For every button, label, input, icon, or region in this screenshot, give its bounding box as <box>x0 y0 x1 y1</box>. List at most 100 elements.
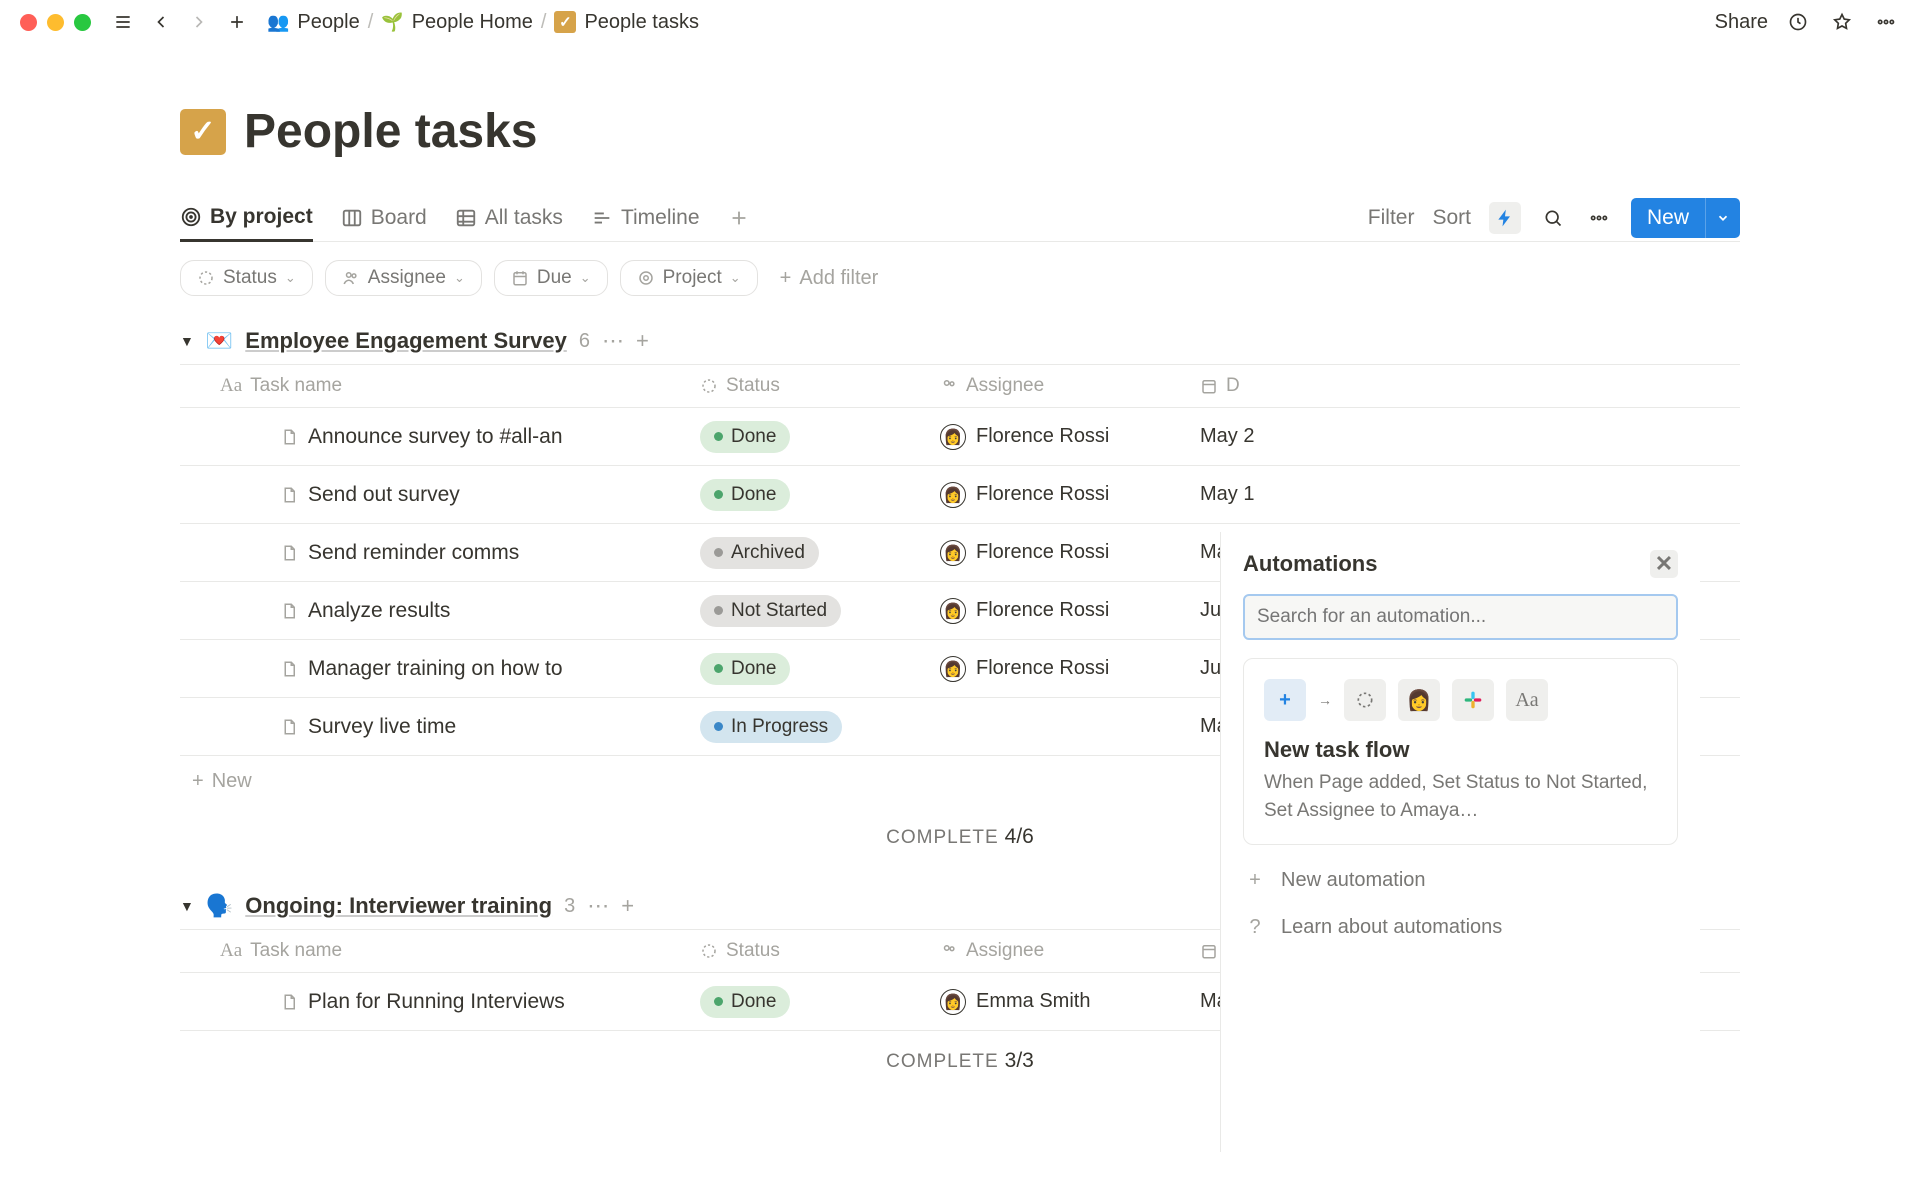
avatar-icon: 👩 <box>940 540 966 566</box>
page-icon <box>280 602 298 620</box>
chevron-down-icon <box>1716 211 1730 225</box>
status-badge: Done <box>700 421 790 453</box>
people-icon <box>940 942 958 960</box>
chevron-down-icon: ⌄ <box>730 270 741 286</box>
column-status[interactable]: Status <box>660 375 900 397</box>
share-button[interactable]: Share <box>1715 11 1768 34</box>
bolt-icon <box>1495 208 1515 228</box>
calendar-icon <box>1200 942 1218 960</box>
avatar-icon: 👩 <box>940 482 966 508</box>
assignee-cell: 👩Florence Rossi <box>900 588 1160 634</box>
plus-icon: + <box>1264 679 1306 721</box>
task-name: Manager training on how to <box>308 657 563 681</box>
timeline-icon <box>591 207 613 229</box>
arrow-right-icon: → <box>1318 692 1332 708</box>
status-badge: Done <box>700 986 790 1018</box>
due-cell: May 1 <box>1160 473 1740 516</box>
close-window[interactable] <box>20 14 37 31</box>
column-status[interactable]: Status <box>660 940 900 962</box>
crumb-root[interactable]: People <box>297 11 359 34</box>
column-assignee[interactable]: Assignee <box>900 375 1160 397</box>
group-add-icon[interactable]: + <box>621 893 634 919</box>
group-more-icon[interactable]: ⋯ <box>587 893 609 919</box>
tab-by-project[interactable]: By project <box>180 195 313 242</box>
plus-icon: + <box>1243 869 1267 892</box>
crumb-home[interactable]: People Home <box>412 11 533 34</box>
group-count: 3 <box>564 895 575 918</box>
table-row[interactable]: Send out surveyDone👩Florence RossiMay 1 <box>180 466 1740 524</box>
new-button-dropdown[interactable] <box>1705 198 1740 238</box>
collapse-toggle[interactable]: ▼ <box>180 898 194 914</box>
column-assignee[interactable]: Assignee <box>900 940 1160 962</box>
column-task[interactable]: AaTask name <box>180 940 660 962</box>
filter-assignee[interactable]: Assignee⌄ <box>325 260 482 296</box>
speech-icon: 🗣️ <box>206 893 233 919</box>
maximize-window[interactable] <box>74 14 91 31</box>
new-button-main[interactable]: New <box>1631 198 1705 238</box>
group-more-icon[interactable]: ⋯ <box>602 328 624 354</box>
group-name[interactable]: Employee Engagement Survey <box>245 328 567 354</box>
automation-desc: When Page added, Set Status to Not Start… <box>1264 769 1657 824</box>
new-tab-icon[interactable] <box>223 8 251 36</box>
nav-back[interactable] <box>147 8 175 36</box>
app-window: 👥 People / 🌱 People Home / ✓ People task… <box>0 0 1920 1200</box>
plant-icon: 🌱 <box>381 12 403 33</box>
database-area: Status⌄ Assignee⌄ Due⌄ Project⌄ +Add fil… <box>180 242 1740 1152</box>
page-icon <box>280 486 298 504</box>
status-spinner-icon <box>1344 679 1386 721</box>
menu-icon[interactable] <box>109 8 137 36</box>
due-cell: May 2 <box>1160 415 1740 458</box>
column-due[interactable]: D <box>1160 375 1740 397</box>
learn-automations-link[interactable]: ? Learn about automations <box>1243 916 1678 939</box>
target-icon <box>637 269 655 287</box>
avatar-icon: 👩 <box>940 424 966 450</box>
task-name: Send reminder comms <box>308 541 519 565</box>
group-name[interactable]: Ongoing: Interviewer training <box>245 893 552 919</box>
add-filter-button[interactable]: +Add filter <box>770 260 889 296</box>
page-title-icon: ✓ <box>180 109 226 155</box>
search-icon[interactable] <box>1539 204 1567 232</box>
history-icon[interactable] <box>1784 8 1812 36</box>
star-icon[interactable] <box>1828 8 1856 36</box>
panel-header: Automations ✕ <box>1243 550 1678 578</box>
automations-button[interactable] <box>1489 202 1521 234</box>
task-name: Analyze results <box>308 599 450 623</box>
group-add-icon[interactable]: + <box>636 328 649 354</box>
breadcrumb: 👥 People / 🌱 People Home / ✓ People task… <box>267 11 699 34</box>
view-more-icon[interactable] <box>1585 204 1613 232</box>
nav-forward[interactable] <box>185 8 213 36</box>
collapse-toggle[interactable]: ▼ <box>180 333 194 349</box>
column-task[interactable]: AaTask name <box>180 375 660 397</box>
avatar-icon: 👩 <box>940 598 966 624</box>
automation-title: New task flow <box>1264 737 1657 763</box>
filter-status[interactable]: Status⌄ <box>180 260 313 296</box>
filter-due[interactable]: Due⌄ <box>494 260 608 296</box>
filter-project[interactable]: Project⌄ <box>620 260 758 296</box>
new-automation-button[interactable]: + New automation <box>1243 869 1678 892</box>
more-icon[interactable] <box>1872 8 1900 36</box>
sort-button[interactable]: Sort <box>1432 206 1471 230</box>
board-icon <box>341 207 363 229</box>
crumb-page[interactable]: People tasks <box>584 11 699 34</box>
automation-search-input[interactable] <box>1243 594 1678 640</box>
assignee-name: Florence Rossi <box>976 657 1109 680</box>
tab-all-tasks[interactable]: All tasks <box>455 196 563 240</box>
page-icon <box>280 428 298 446</box>
tab-board[interactable]: Board <box>341 196 427 240</box>
table-row[interactable]: Announce survey to #all-anDone👩Florence … <box>180 408 1740 466</box>
view-tabs: By project Board All tasks Timeline Filt… <box>180 195 1740 242</box>
group-count: 6 <box>579 330 590 353</box>
title-bar: 👥 People / 🌱 People Home / ✓ People task… <box>0 0 1920 44</box>
status-badge: Done <box>700 653 790 685</box>
automation-icons: + → 👩 Aa <box>1264 679 1657 721</box>
minimize-window[interactable] <box>47 14 64 31</box>
page-content: ✓ People tasks By project Board All task… <box>0 44 1920 1152</box>
automation-card[interactable]: + → 👩 Aa New task flow When Page added, … <box>1243 658 1678 845</box>
panel-close-button[interactable]: ✕ <box>1650 550 1678 578</box>
tab-timeline[interactable]: Timeline <box>591 196 700 240</box>
filter-button[interactable]: Filter <box>1368 206 1415 230</box>
add-view[interactable] <box>728 197 750 239</box>
task-name: Announce survey to #all-an <box>308 425 563 449</box>
slack-icon <box>1452 679 1494 721</box>
avatar-icon: 👩 <box>1398 679 1440 721</box>
